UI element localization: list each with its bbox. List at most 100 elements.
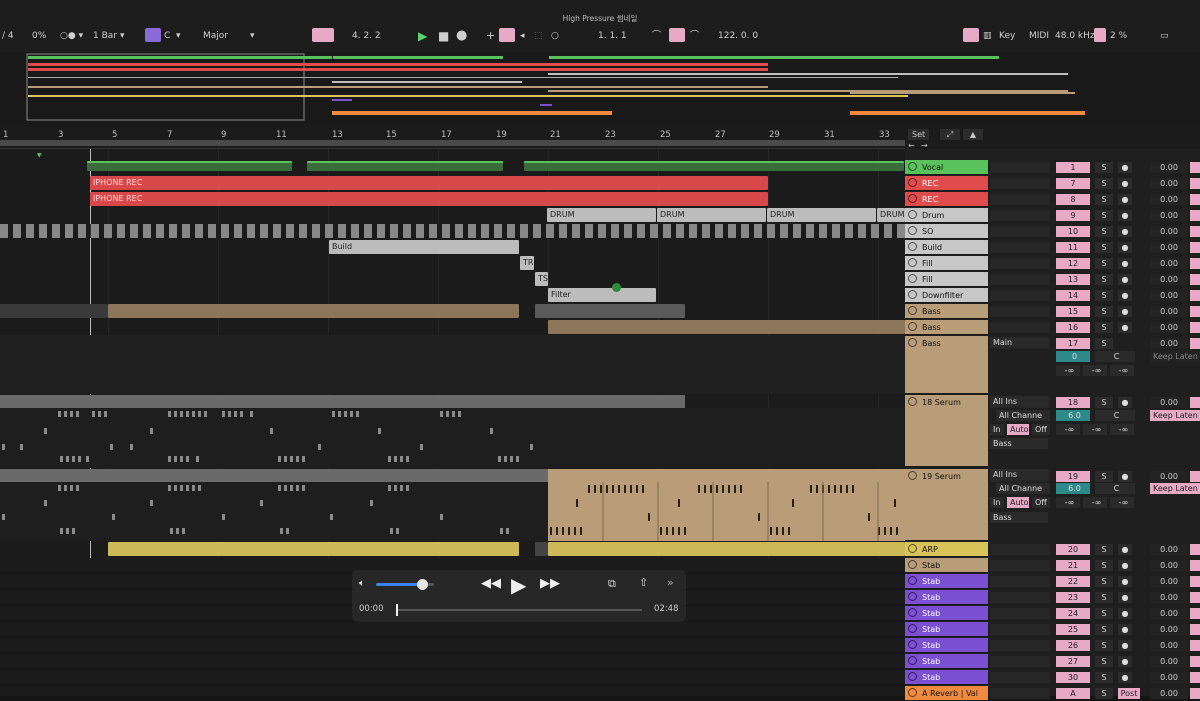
mute-button[interactable] [1190,608,1200,619]
track-number-button[interactable]: 11 [1056,242,1090,253]
mute-button[interactable] [1190,576,1200,587]
track-header[interactable]: REC [905,192,988,207]
input-routing[interactable] [990,656,1050,667]
track-header[interactable]: 18 Serum [905,395,988,467]
volume-field[interactable]: 0.00 [1150,194,1188,205]
fill-clip[interactable]: TS [535,272,548,286]
input-type[interactable]: All Ins [990,396,1048,407]
volume-field[interactable]: 0.00 [1150,672,1188,683]
track-number-button[interactable]: 9 [1056,210,1090,221]
fast-forward-icon[interactable]: ▶▶ [540,576,560,591]
volume-field[interactable]: 0.00 [1150,544,1188,555]
mute-button[interactable] [1190,624,1200,635]
arm-icon[interactable]: ● [1118,274,1132,285]
input-channel[interactable]: All Channe [996,483,1050,494]
volume-field[interactable]: 0.00 [1150,471,1188,482]
chevron-down-icon[interactable]: ▾ [176,29,181,43]
track-number-button[interactable]: 13 [1056,274,1090,285]
mute-button[interactable] [1190,178,1200,189]
arm-icon[interactable]: ● [1118,306,1132,317]
track-activator-icon[interactable] [908,576,917,585]
track-number-button[interactable]: 12 [1056,258,1090,269]
set-button[interactable]: Set [908,129,930,140]
solo-button[interactable]: S [1095,242,1113,253]
track-header[interactable]: Stab [905,622,988,637]
track-number-button[interactable]: 24 [1056,608,1090,619]
solo-button[interactable]: S [1095,162,1113,173]
track-activator-icon[interactable] [908,397,917,406]
monitor-off[interactable]: Off [1032,424,1050,435]
input-routing[interactable] [990,592,1050,603]
track-number-button[interactable]: 8 [1056,194,1090,205]
send-level[interactable]: -∞ [1083,365,1107,376]
arp-clip[interactable] [548,542,905,556]
bass-group-lane[interactable] [0,335,905,394]
track-number-button[interactable]: 19 [1056,471,1090,482]
track-header[interactable]: SO [905,224,988,239]
key-map-toggle[interactable]: Key [999,29,1015,43]
track-activator-icon[interactable] [908,624,917,633]
monitor-in[interactable]: In [990,497,1004,508]
track-header[interactable]: Fill [905,256,988,271]
punch-in-icon[interactable]: ⌒ [652,29,661,43]
mute-button[interactable] [1190,672,1200,683]
scale-icon[interactable] [145,28,161,42]
volume-field[interactable]: 0.00 [1150,560,1188,571]
arm-icon[interactable]: ● [1118,242,1132,253]
track-header[interactable]: Stab [905,590,988,605]
input-channel[interactable]: All Channe [996,410,1050,421]
track-activator-icon[interactable] [908,306,917,315]
automation-point[interactable] [612,283,621,292]
solo-button[interactable]: S [1095,576,1113,587]
volume-field[interactable]: 0.00 [1150,226,1188,237]
volume-field[interactable]: 0.00 [1150,162,1188,173]
track-header[interactable]: Bass [905,320,988,335]
volume-field[interactable]: 0.00 [1150,290,1188,301]
mute-button[interactable] [1190,242,1200,253]
arm-icon[interactable]: ● [1118,471,1132,482]
input-routing[interactable] [990,576,1050,587]
arm-icon[interactable]: ● [1118,624,1132,635]
input-routing[interactable] [990,226,1050,237]
track-activator-icon[interactable] [908,162,917,171]
track-header[interactable]: Stab [905,558,988,573]
center-label[interactable]: C [1095,351,1135,362]
track-header[interactable]: Downfilter [905,288,988,303]
volume-field[interactable]: 0.00 [1150,640,1188,651]
automation-arm-icon[interactable] [499,28,515,42]
stop-icon[interactable]: ■ [438,29,449,43]
so-clip[interactable] [0,224,905,238]
arm-icon[interactable]: ● [1118,162,1132,173]
input-routing[interactable] [990,672,1050,683]
arm-icon[interactable]: ● [1118,226,1132,237]
serum18-notes[interactable] [0,408,905,468]
track-activator-icon[interactable] [908,471,917,480]
arm-icon[interactable]: ● [1118,592,1132,603]
volume-field[interactable]: 0.00 [1150,306,1188,317]
input-routing[interactable] [990,194,1050,205]
chevron-right-icon[interactable]: » [667,576,674,589]
track-activator-icon[interactable] [908,672,917,681]
solo-button[interactable]: S [1095,397,1113,408]
solo-button[interactable]: S [1095,274,1113,285]
rewind-icon[interactable]: ◀◀ [481,576,501,591]
track-number-button[interactable]: 10 [1056,226,1090,237]
mute-button[interactable] [1190,194,1200,205]
midi-map-toggle[interactable]: MIDI [1029,29,1049,43]
bass-clip[interactable] [108,304,519,318]
solo-button[interactable]: S [1095,656,1113,667]
output-routing[interactable]: Bass [990,512,1048,523]
arm-icon[interactable]: ● [1118,210,1132,221]
input-routing[interactable] [990,210,1050,221]
input-routing[interactable] [990,274,1050,285]
track-activator-icon[interactable] [908,290,917,299]
chevron-down-icon[interactable]: ▾ [120,29,125,43]
track-activator-icon[interactable] [908,592,917,601]
track-activator-icon[interactable] [908,258,917,267]
input-routing[interactable] [990,560,1050,571]
track-number-button[interactable]: 22 [1056,576,1090,587]
input-routing[interactable] [990,178,1050,189]
quantize-select[interactable]: 1 Bar [93,29,117,43]
track-activator-icon[interactable] [908,274,917,283]
keep-latency[interactable]: Keep Laten [1150,351,1200,362]
